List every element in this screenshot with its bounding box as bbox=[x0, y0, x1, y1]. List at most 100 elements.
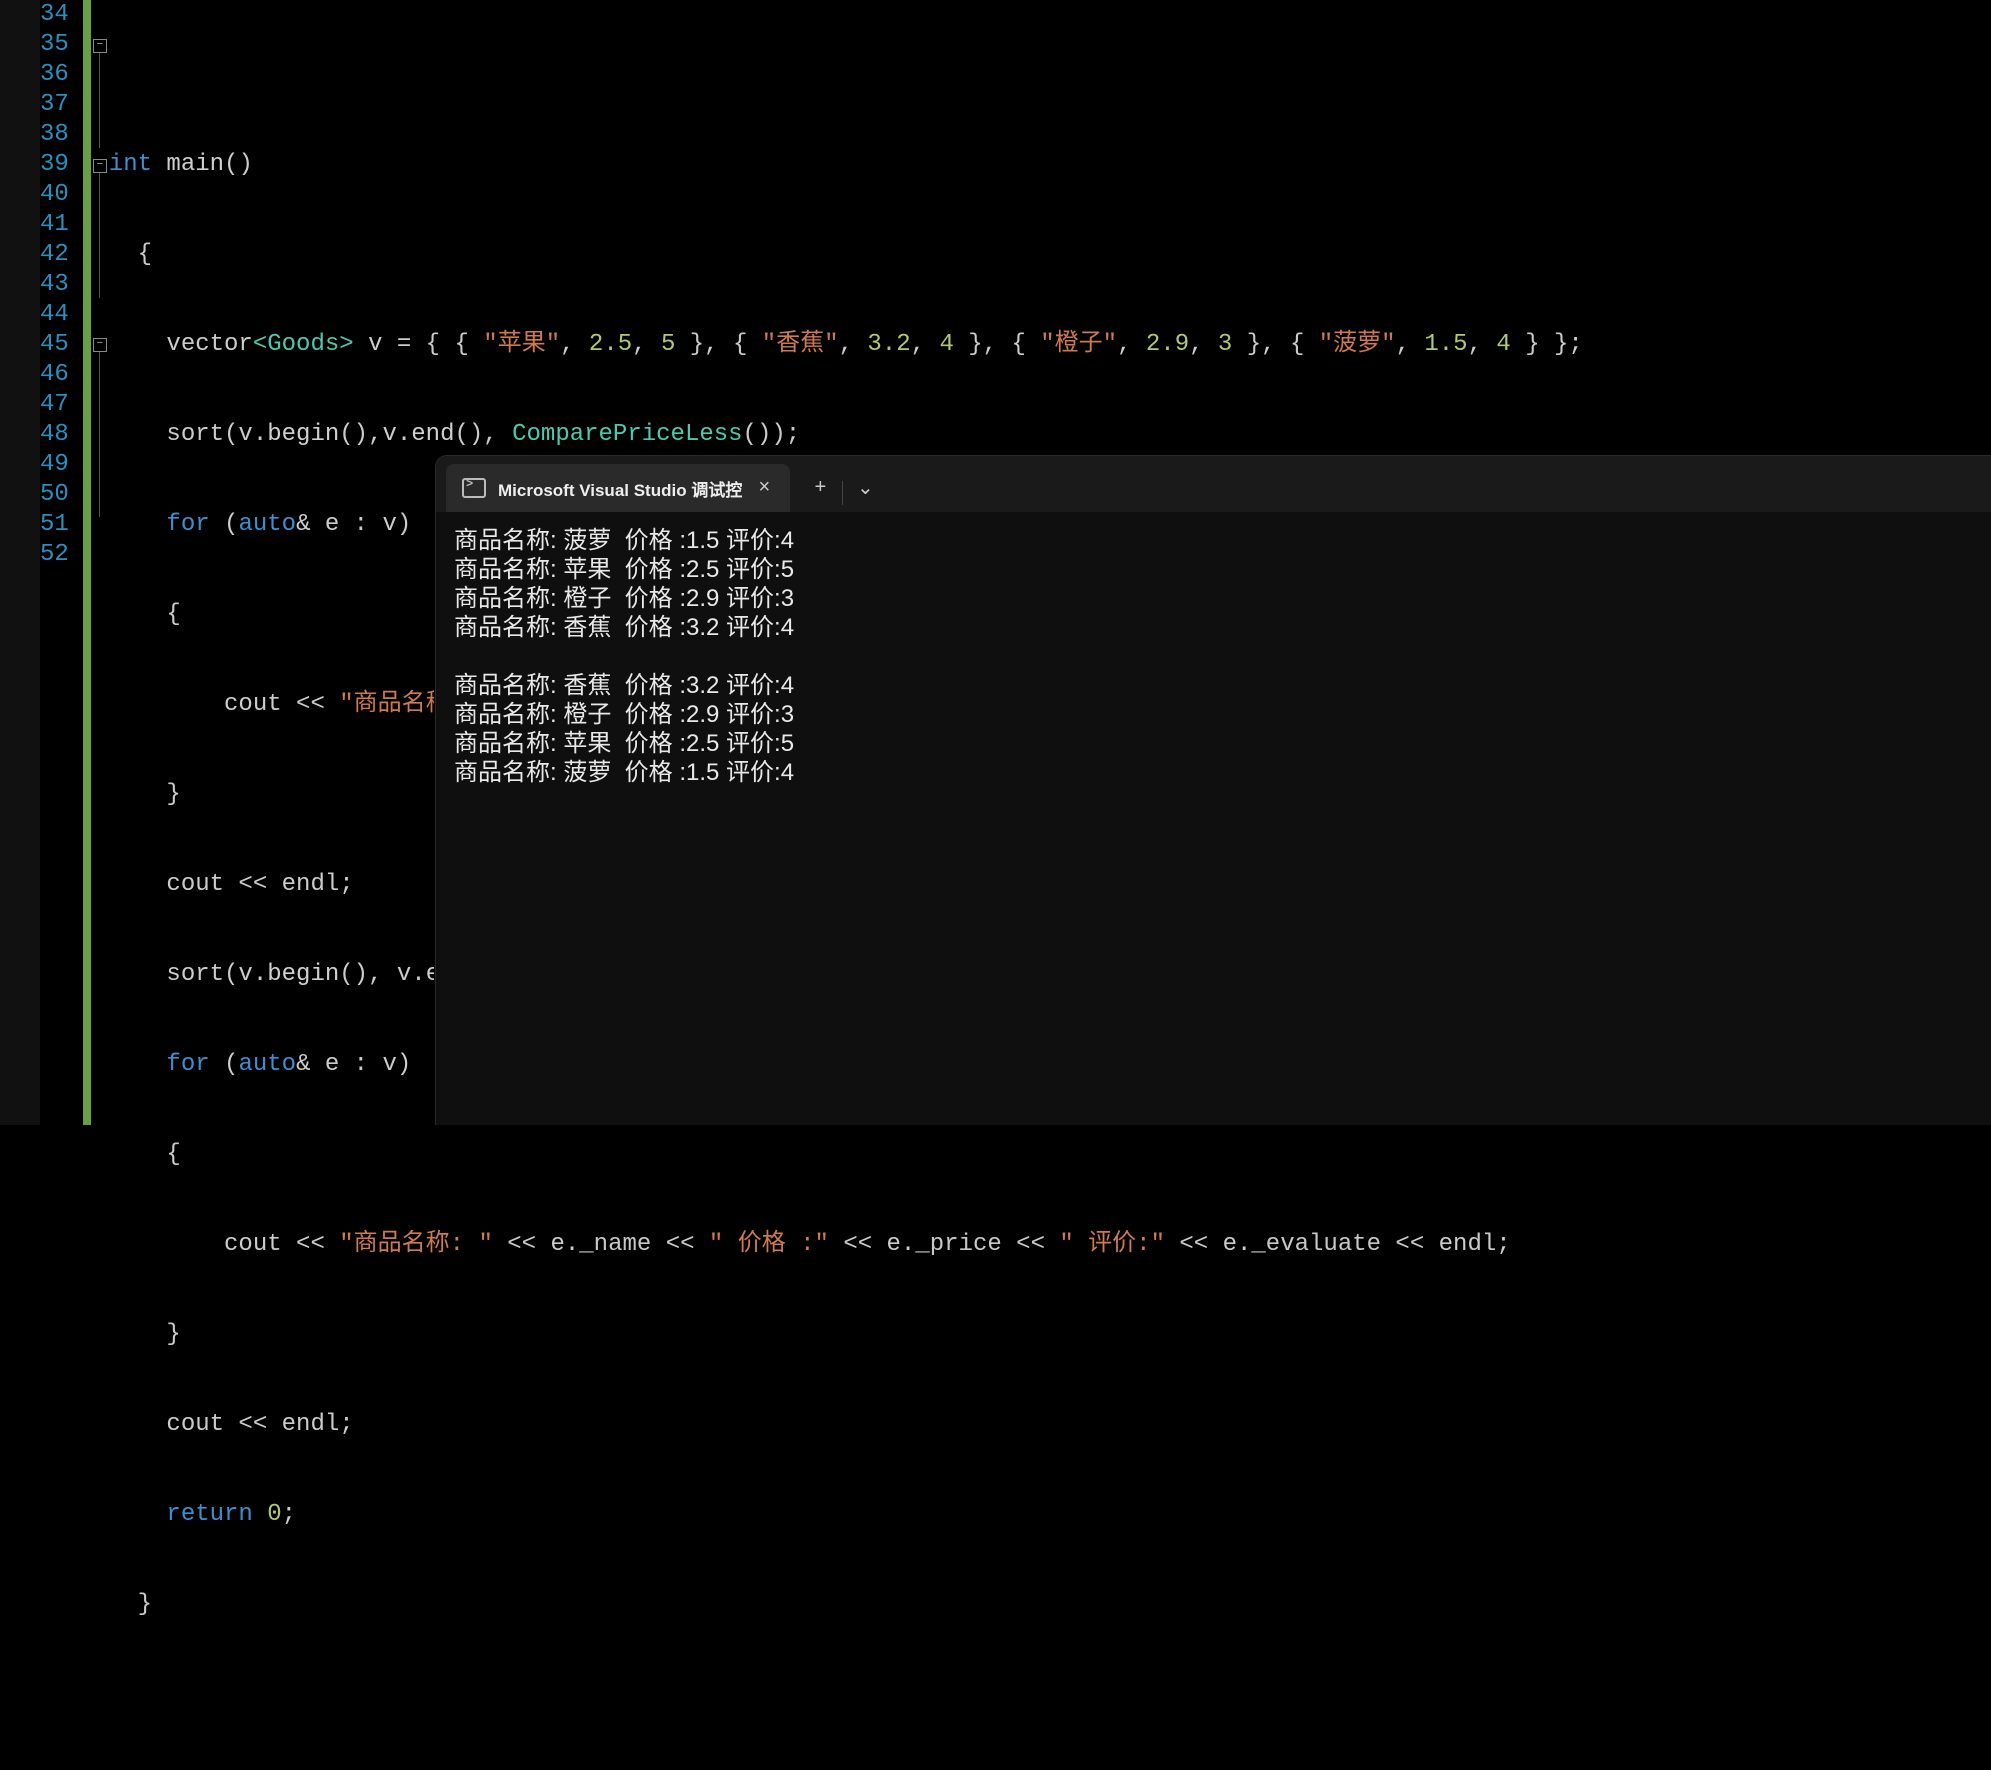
line-number: 41 bbox=[40, 210, 69, 240]
line-number: 51 bbox=[40, 510, 69, 540]
new-tab-button[interactable]: + bbox=[798, 464, 842, 512]
indent-guide bbox=[109, 1141, 167, 1168]
code-text: cout << bbox=[224, 691, 339, 718]
code-text: , bbox=[839, 331, 868, 358]
number-literal: 4 bbox=[939, 331, 953, 358]
string-literal: "橙子" bbox=[1040, 331, 1117, 358]
code-text: << bbox=[651, 1231, 709, 1258]
indent-guide bbox=[109, 781, 167, 808]
type-name: <Goods> bbox=[253, 331, 354, 358]
indent-guide bbox=[109, 511, 167, 538]
code-text: ; bbox=[282, 1501, 296, 1528]
number-literal: 2.5 bbox=[589, 331, 632, 358]
terminal-output[interactable]: 商品名称: 菠萝 价格 :1.5 评价:4 商品名称: 苹果 价格 :2.5 评… bbox=[436, 512, 1991, 801]
string-literal: "苹果" bbox=[483, 331, 560, 358]
indent-guide bbox=[109, 961, 167, 988]
string-literal: " 价格 :" bbox=[709, 1231, 829, 1258]
line-number: 46 bbox=[40, 360, 69, 390]
code-text: , bbox=[911, 331, 940, 358]
terminal-window: Microsoft Visual Studio 调试控 × + ⌄ 商品名称: … bbox=[435, 455, 1991, 1125]
code-text: , bbox=[1117, 331, 1146, 358]
indent-guide bbox=[109, 1231, 224, 1258]
change-indicator bbox=[83, 0, 91, 1125]
fold-toggle-icon[interactable]: − bbox=[93, 338, 107, 352]
code-text: (),v. bbox=[339, 421, 411, 448]
code-text: << e. bbox=[829, 1231, 915, 1258]
function-name: main bbox=[152, 151, 224, 178]
code-text: (), v. bbox=[339, 961, 425, 988]
number-literal: 3.2 bbox=[867, 331, 910, 358]
string-literal: " 评价:" bbox=[1059, 1231, 1165, 1258]
number-literal: 1.5 bbox=[1424, 331, 1467, 358]
code-text: { bbox=[138, 241, 152, 268]
line-number: 42 bbox=[40, 240, 69, 270]
line-number: 50 bbox=[40, 480, 69, 510]
number-literal: 5 bbox=[661, 331, 675, 358]
fold-guide bbox=[99, 53, 100, 148]
code-text: , bbox=[1396, 331, 1425, 358]
editor-margin bbox=[0, 0, 40, 1125]
line-number: 38 bbox=[40, 120, 69, 150]
line-number: 40 bbox=[40, 180, 69, 210]
line-number: 45 bbox=[40, 330, 69, 360]
terminal-actions: + ⌄ bbox=[798, 456, 887, 512]
fold-guide bbox=[99, 173, 100, 298]
indent-guide bbox=[109, 601, 167, 628]
number-literal: 2.9 bbox=[1146, 331, 1189, 358]
line-number: 47 bbox=[40, 390, 69, 420]
code-text: () bbox=[224, 151, 253, 178]
terminal-tab-bar: Microsoft Visual Studio 调试控 × + ⌄ bbox=[436, 456, 1991, 512]
tab-dropdown-button[interactable]: ⌄ bbox=[843, 464, 887, 512]
code-text: { bbox=[166, 1141, 180, 1168]
close-icon[interactable]: × bbox=[754, 477, 774, 500]
line-number: 49 bbox=[40, 450, 69, 480]
code-text: << e. bbox=[1165, 1231, 1251, 1258]
terminal-tab[interactable]: Microsoft Visual Studio 调试控 × bbox=[446, 464, 790, 512]
member-name: _evaluate bbox=[1251, 1231, 1381, 1258]
fold-toggle-icon[interactable]: − bbox=[93, 39, 107, 53]
fold-guide bbox=[99, 352, 100, 517]
code-text: cout << bbox=[224, 1231, 339, 1258]
line-number: 43 bbox=[40, 270, 69, 300]
code-text: , bbox=[632, 331, 661, 358]
code-text: & e : v) bbox=[296, 1051, 411, 1078]
code-text: { bbox=[166, 601, 180, 628]
code-text: cout << endl; bbox=[166, 871, 353, 898]
string-literal: "香蕉" bbox=[762, 331, 839, 358]
code-text: vector bbox=[166, 331, 252, 358]
indent-guide bbox=[109, 1501, 167, 1528]
method-name: begin bbox=[267, 421, 339, 448]
line-number: 44 bbox=[40, 300, 69, 330]
code-text: }, { bbox=[675, 331, 761, 358]
indent-guide bbox=[109, 241, 138, 268]
string-literal: "商品名称: " bbox=[339, 1231, 493, 1258]
line-number: 39 bbox=[40, 150, 69, 180]
keyword: auto bbox=[238, 511, 296, 538]
line-number: 35 bbox=[40, 30, 69, 60]
indent-guide bbox=[109, 331, 167, 358]
method-name: end bbox=[411, 421, 454, 448]
indent-guide bbox=[109, 421, 167, 448]
plus-icon: + bbox=[814, 477, 826, 500]
member-name: _name bbox=[579, 1231, 651, 1258]
indent-guide bbox=[109, 1591, 138, 1618]
code-text: }, { bbox=[954, 331, 1040, 358]
code-text bbox=[253, 1501, 267, 1528]
code-text: } bbox=[138, 1591, 152, 1618]
code-text: v = { { bbox=[354, 331, 484, 358]
indent-guide bbox=[109, 1321, 167, 1348]
method-name: begin bbox=[267, 961, 339, 988]
console-icon bbox=[462, 478, 486, 498]
code-text: } }; bbox=[1511, 331, 1583, 358]
code-text: , bbox=[1468, 331, 1497, 358]
indent-guide bbox=[109, 871, 167, 898]
line-number: 48 bbox=[40, 420, 69, 450]
indent-guide bbox=[109, 1051, 167, 1078]
line-number: 52 bbox=[40, 540, 69, 570]
indent-guide bbox=[109, 1411, 167, 1438]
fold-toggle-icon[interactable]: − bbox=[93, 159, 107, 173]
keyword: auto bbox=[238, 1051, 296, 1078]
code-text: cout << endl; bbox=[166, 1411, 353, 1438]
code-text: } bbox=[166, 781, 180, 808]
keyword: for bbox=[166, 511, 209, 538]
